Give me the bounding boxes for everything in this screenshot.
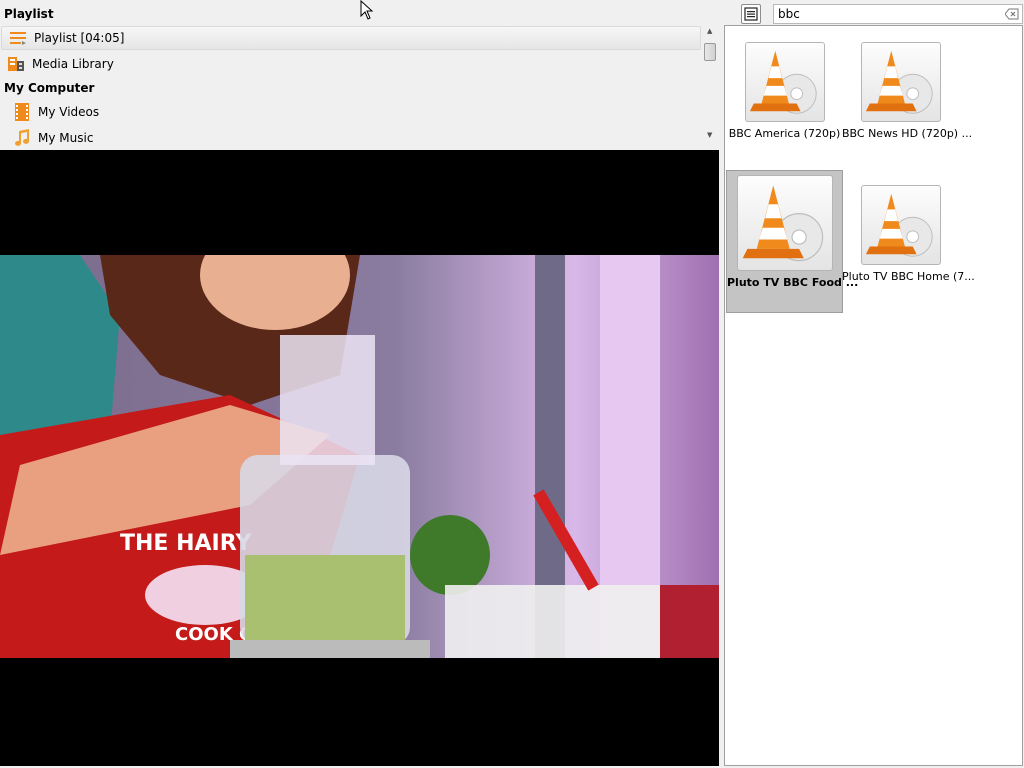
playlist-pane: Playlist Playlist [04:05] Media Library …: [0, 0, 722, 768]
sidebar-category-my-computer: My Computer: [4, 81, 95, 95]
vlc-cone-disc-icon: [860, 42, 941, 122]
result-label: Pluto TV BBC Food ...: [727, 276, 859, 289]
sidebar-item-label: Playlist [04:05]: [34, 31, 125, 45]
scroll-up-icon[interactable]: ▲: [707, 27, 712, 35]
vlc-cone-disc-icon: [860, 185, 941, 265]
result-label: Pluto TV BBC Home (7...: [842, 270, 975, 283]
svg-text:THE HAIRY: THE HAIRY: [120, 531, 252, 556]
sidebar-scrollbar[interactable]: ▲ ▼: [703, 25, 718, 145]
sidebar-item-label: My Videos: [38, 105, 100, 119]
music-note-icon: [12, 128, 32, 148]
media-browser-pane: BBC America (720p) BBC News HD (720p) ..…: [723, 0, 1024, 768]
result-tile[interactable]: Pluto TV BBC Home (7...: [842, 185, 975, 283]
scroll-down-icon[interactable]: ▼: [707, 131, 712, 139]
list-view-icon: [744, 7, 758, 21]
mouse-cursor-icon: [360, 0, 374, 23]
search-input[interactable]: [774, 5, 999, 23]
media-library-icon: [6, 54, 26, 74]
playlist-icon: [8, 28, 28, 48]
result-tile[interactable]: BBC News HD (720p) ...: [842, 42, 973, 140]
video-image: THE HAIRY COOK OFF: [0, 255, 719, 658]
scrollbar-thumb[interactable]: [704, 43, 716, 61]
result-tile-selected[interactable]: Pluto TV BBC Food ...: [726, 170, 859, 313]
sidebar-item-playlist[interactable]: Playlist [04:05]: [1, 26, 701, 50]
view-mode-button[interactable]: [741, 4, 761, 24]
film-icon: [12, 102, 32, 122]
search-box[interactable]: [773, 4, 1023, 24]
sidebar-item-media-library[interactable]: Media Library: [0, 52, 114, 76]
playlist-sidebar: Playlist [04:05] Media Library My Comput…: [0, 25, 720, 150]
clear-search-icon[interactable]: [1004, 8, 1019, 20]
video-output[interactable]: THE HAIRY COOK OFF: [0, 150, 719, 766]
result-label: BBC America (720p): [728, 127, 841, 140]
result-label: BBC News HD (720p) ...: [842, 127, 973, 140]
vlc-cone-disc-icon: [736, 175, 833, 271]
vlc-cone-disc-icon: [744, 42, 825, 122]
playlist-header: Playlist: [4, 7, 54, 21]
video-frame: THE HAIRY COOK OFF: [0, 255, 719, 658]
search-results: BBC America (720p) BBC News HD (720p) ..…: [724, 25, 1023, 766]
sidebar-item-my-videos[interactable]: My Videos: [6, 100, 99, 124]
sidebar-item-label: Media Library: [32, 57, 114, 71]
result-tile[interactable]: BBC America (720p): [726, 42, 843, 140]
sidebar-item-label: My Music: [38, 131, 94, 145]
sidebar-item-my-music[interactable]: My Music: [6, 126, 93, 150]
